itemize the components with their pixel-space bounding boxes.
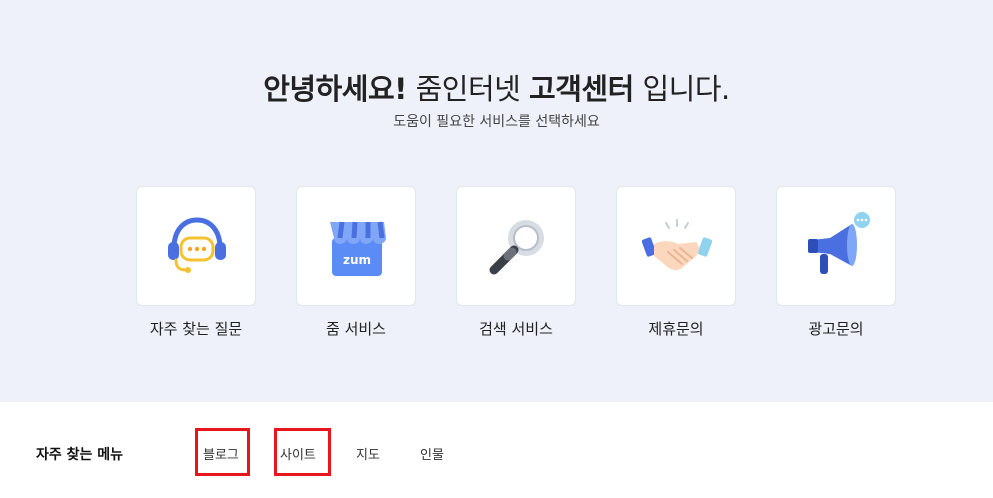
zum-logo-text: zum — [343, 253, 371, 267]
card-zum-service[interactable]: zum — [296, 186, 416, 306]
frequent-menu-title: 자주 찾는 메뉴 — [36, 447, 124, 463]
card-faq-label: 자주 찾는 질문 — [149, 320, 243, 338]
zum-store-icon: zum — [330, 221, 386, 276]
hero-title-company: 줌인터넷 — [406, 72, 530, 106]
card-search-service-label: 검색 서비스 — [479, 320, 553, 338]
menu-link-site[interactable]: 사이트 — [280, 444, 316, 463]
card-faq[interactable] — [136, 186, 256, 306]
card-zum-service-label: 줌 서비스 — [326, 320, 386, 338]
card-advertising[interactable] — [776, 186, 896, 306]
card-search-service[interactable] — [456, 186, 576, 306]
menu-link-blog[interactable]: 블로그 — [203, 444, 239, 463]
hero-title-greeting: 안녕하세요! — [263, 72, 407, 106]
headset-icon — [168, 217, 226, 273]
hero-title-end: 입니다. — [633, 72, 730, 106]
handshake-icon — [642, 219, 712, 271]
card-partnership-label: 제휴문의 — [648, 320, 704, 338]
megaphone-icon — [808, 212, 870, 274]
menu-link-map[interactable]: 지도 — [356, 444, 380, 463]
menu-link-person[interactable]: 인물 — [420, 444, 444, 463]
hero-title-support: 고객센터 — [529, 72, 634, 106]
card-partnership[interactable] — [616, 186, 736, 306]
hero-section: 안녕하세요! 줌인터넷 고객센터 입니다. 도움이 필요한 서비스를 선택하세요… — [0, 0, 993, 402]
card-advertising-label: 광고문의 — [808, 320, 864, 338]
hero-title: 안녕하세요! 줌인터넷 고객센터 입니다. — [0, 66, 993, 108]
magnifier-icon — [489, 220, 544, 275]
hero-subtitle: 도움이 필요한 서비스를 선택하세요 — [393, 114, 600, 130]
